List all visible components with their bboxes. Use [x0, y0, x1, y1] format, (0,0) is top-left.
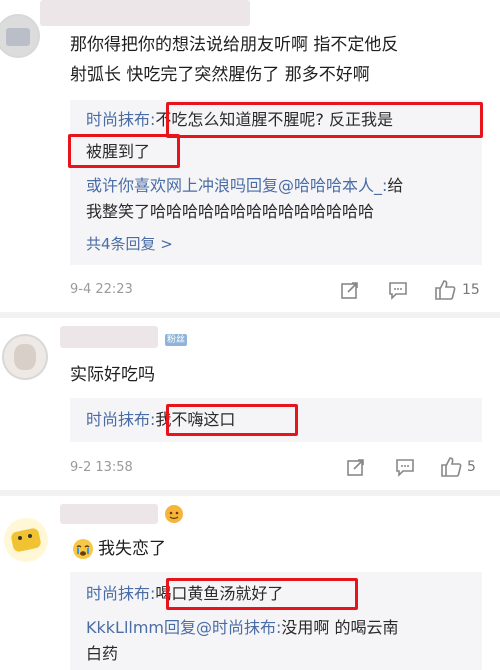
share-icon[interactable]	[340, 280, 360, 300]
avatar-2[interactable]	[2, 334, 48, 380]
blurred-username-2	[60, 326, 158, 348]
fan-badge: 粉丝	[165, 334, 188, 346]
reply-5-text: 没用啊 的喝云南	[281, 618, 399, 637]
highlight-box-3	[166, 578, 358, 610]
comment-3-text: 我失恋了	[98, 539, 166, 559]
reply-5-line1: KkkLllmm回复@时尚抹布:没用啊 的喝云南	[86, 614, 399, 642]
reply-5-mention[interactable]: @时尚抹布:	[196, 618, 281, 637]
comment-1-text-line1: 那你得把你的想法说给朋友听啊 指不定他反	[70, 35, 399, 55]
reply-5-prefix[interactable]: KkkLllmm回复	[86, 618, 196, 637]
like-count-1: 15	[462, 282, 480, 298]
comment-2-text: 实际好吃吗	[70, 365, 155, 385]
more-replies-link[interactable]: 共4条回复 >	[86, 230, 173, 258]
comment-1-date: 9-4 22:23	[70, 282, 133, 297]
thumbs-up-icon[interactable]	[434, 279, 456, 301]
highlight-box-2	[166, 404, 298, 436]
reply-author[interactable]: 时尚抹布:	[86, 584, 155, 603]
highlight-box-1b	[68, 134, 180, 168]
avatar-3[interactable]	[4, 518, 48, 562]
comment-icon[interactable]	[388, 280, 408, 300]
reply-2-tail: 给	[387, 176, 404, 195]
share-icon[interactable]	[346, 457, 366, 477]
reply-2-author[interactable]: 或许你喜欢网上冲浪吗回复@哈哈哈本人_:	[86, 176, 387, 195]
comment-1-text-line2: 射弧长 快吃完了突然腥伤了 那多不好啊	[70, 65, 370, 85]
comment-2-date: 9-2 13:58	[70, 460, 133, 475]
divider-1	[0, 312, 500, 318]
reply-2-line2: 我整笑了哈哈哈哈哈哈哈哈哈哈哈哈哈哈	[86, 202, 375, 221]
divider-2	[0, 490, 500, 496]
like-count-2: 5	[467, 459, 476, 475]
reply-2-line1: 或许你喜欢网上冲浪吗回复@哈哈哈本人_:给	[86, 172, 403, 200]
reply-author[interactable]: 时尚抹布:	[86, 410, 155, 429]
crying-emoji-icon	[73, 539, 93, 559]
blurred-username-1	[40, 0, 250, 26]
reply-5-line2: 白药	[86, 644, 119, 663]
highlight-box-1a	[166, 102, 483, 138]
emoji-badge-icon	[165, 505, 183, 523]
avatar-1[interactable]	[0, 14, 40, 58]
blurred-username-3	[60, 504, 158, 524]
reply-author[interactable]: 时尚抹布:	[86, 110, 155, 129]
comment-icon[interactable]	[395, 457, 415, 477]
thumbs-up-icon[interactable]	[440, 456, 462, 478]
